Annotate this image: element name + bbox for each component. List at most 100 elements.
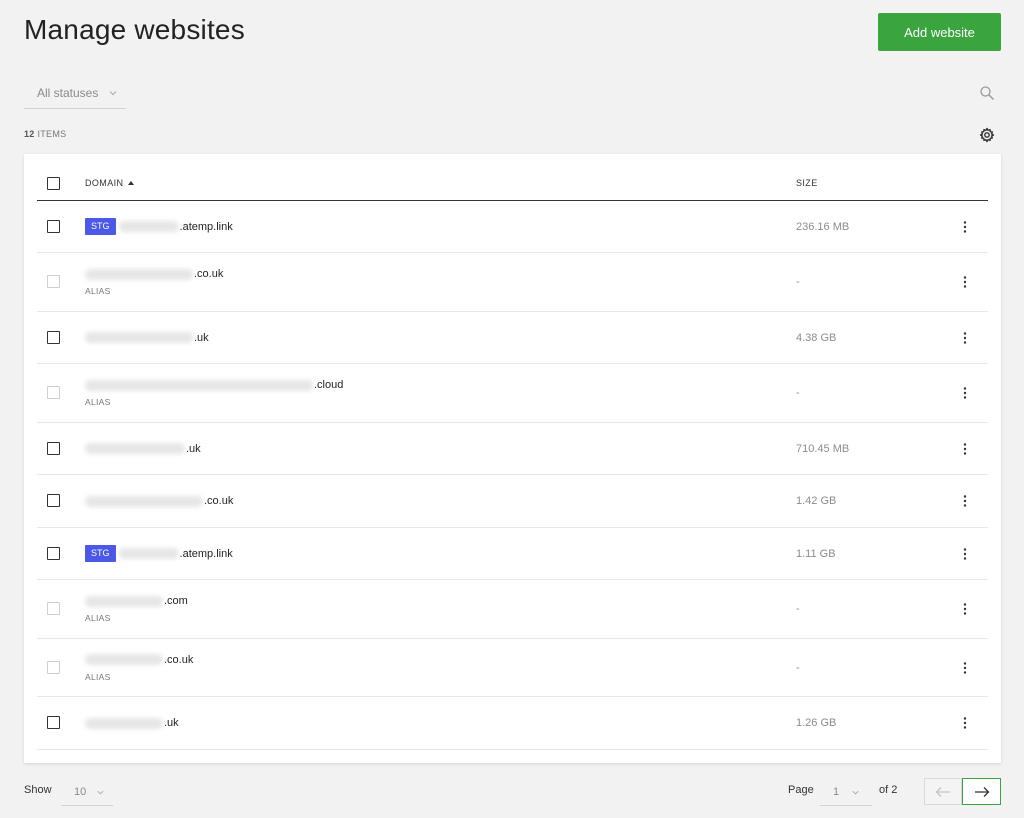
domain-name[interactable]: .uk <box>85 443 201 455</box>
domain-name[interactable]: .uk <box>85 332 209 344</box>
status-filter-value: All statuses <box>37 86 99 100</box>
domain-cell: .com ALIAS <box>85 580 188 638</box>
kebab-menu-icon[interactable] <box>957 386 973 400</box>
table-row[interactable]: .com ALIAS - <box>37 580 988 639</box>
page-size-dropdown[interactable]: 10 <box>61 779 113 806</box>
redacted-domain-text <box>85 332 193 343</box>
size-value: - <box>796 387 800 399</box>
next-page-button[interactable] <box>962 778 1001 805</box>
table-row[interactable]: .co.uk 1.42 GB <box>37 475 988 528</box>
size-value: 4.38 GB <box>796 331 837 344</box>
redacted-domain-text <box>85 379 313 391</box>
domain-name[interactable]: .uk <box>85 717 179 729</box>
total-pages-label: of 2 <box>879 784 898 796</box>
chevron-down-icon <box>97 790 104 794</box>
kebab-menu-icon[interactable] <box>957 494 973 508</box>
redacted-domain-text <box>85 717 163 729</box>
gear-icon[interactable] <box>979 127 995 143</box>
domain-suffix: .co.uk <box>194 268 224 280</box>
domain-cell: .co.uk ALIAS <box>85 253 223 311</box>
page-title: Manage websites <box>24 14 245 45</box>
column-header-size[interactable]: SIZE <box>796 178 818 188</box>
redacted-domain-text <box>85 654 163 665</box>
redacted-domain-text <box>85 443 185 454</box>
chevron-down-icon <box>110 91 117 96</box>
add-website-button[interactable]: Add website <box>878 13 1001 51</box>
redacted-domain-text <box>85 495 203 507</box>
table-row[interactable]: STG .atemp.link 236.16 MB <box>37 201 988 253</box>
staging-badge: STG <box>85 218 116 235</box>
domain-name[interactable]: STG .atemp.link <box>85 545 233 562</box>
arrow-left-icon <box>935 786 950 797</box>
domain-name[interactable]: .cloud <box>85 379 343 391</box>
search-icon[interactable] <box>979 85 995 101</box>
row-checkbox <box>47 386 60 399</box>
row-checkbox <box>47 275 60 288</box>
row-checkbox <box>47 602 60 615</box>
domain-cell: .uk <box>85 697 179 749</box>
row-checkbox <box>47 660 60 674</box>
row-checkbox[interactable] <box>47 441 60 455</box>
page-size-value: 10 <box>74 786 87 798</box>
domain-name[interactable]: .com <box>85 595 188 607</box>
items-count-number: 12 <box>24 129 35 139</box>
column-header-domain-label: DOMAIN <box>85 178 124 188</box>
select-all-checkbox[interactable] <box>47 177 60 190</box>
column-header-domain[interactable]: DOMAIN <box>85 178 135 188</box>
alias-label: ALIAS <box>85 671 111 682</box>
domain-cell: STG .atemp.link <box>85 201 233 252</box>
domain-cell: STG .atemp.link <box>85 528 233 579</box>
alias-label: ALIAS <box>85 397 111 407</box>
table-row[interactable]: .co.uk ALIAS - <box>37 253 988 312</box>
alias-label: ALIAS <box>85 286 111 296</box>
redacted-domain-text <box>118 548 179 559</box>
domain-cell: .co.uk ALIAS <box>85 639 193 696</box>
domain-name[interactable]: .co.uk <box>85 495 233 507</box>
redacted-domain-text <box>118 221 179 232</box>
domain-suffix: .co.uk <box>204 495 234 507</box>
kebab-menu-icon[interactable] <box>957 716 973 730</box>
domain-suffix: .uk <box>164 717 179 729</box>
row-checkbox[interactable] <box>47 330 60 344</box>
kebab-menu-icon[interactable] <box>957 275 973 289</box>
table-row[interactable]: .cloud ALIAS - <box>37 364 988 423</box>
table-row[interactable]: .uk 710.45 MB <box>37 423 988 475</box>
kebab-menu-icon[interactable] <box>957 442 973 456</box>
page-number-dropdown[interactable]: 1 <box>820 779 872 806</box>
kebab-menu-icon[interactable] <box>957 547 973 561</box>
kebab-menu-icon[interactable] <box>957 602 973 616</box>
domain-cell: .uk <box>85 423 201 474</box>
size-value: - <box>796 603 800 615</box>
domain-suffix: .co.uk <box>164 653 194 666</box>
row-checkbox[interactable] <box>47 494 60 507</box>
size-value: 236.16 MB <box>796 220 850 233</box>
domain-suffix: .com <box>164 595 188 607</box>
domain-name[interactable]: STG .atemp.link <box>85 218 233 235</box>
items-count: 12 ITEMS <box>24 129 66 139</box>
row-checkbox[interactable] <box>47 716 60 729</box>
items-count-label: ITEMS <box>37 129 67 139</box>
size-value: 1.42 GB <box>796 495 837 507</box>
size-value: 710.45 MB <box>796 442 850 455</box>
domain-suffix: .uk <box>186 442 201 455</box>
kebab-menu-icon[interactable] <box>957 220 973 234</box>
domain-suffix: .cloud <box>314 379 344 391</box>
domain-cell: .co.uk <box>85 475 233 527</box>
table-row[interactable]: .uk 1.26 GB <box>37 697 988 750</box>
row-checkbox[interactable] <box>47 219 60 233</box>
kebab-menu-icon[interactable] <box>957 331 973 345</box>
redacted-domain-text <box>85 268 193 280</box>
kebab-menu-icon[interactable] <box>957 661 973 675</box>
domain-name[interactable]: .co.uk <box>85 654 193 666</box>
table-row[interactable]: STG .atemp.link 1.11 GB <box>37 528 988 580</box>
domain-suffix: .atemp.link <box>179 547 233 560</box>
manage-websites-page: Manage websites Add website All statuses… <box>0 0 1024 818</box>
status-filter-dropdown[interactable]: All statuses <box>24 78 126 109</box>
size-value: 1.26 GB <box>796 717 837 729</box>
previous-page-button[interactable] <box>924 778 962 805</box>
table-row[interactable]: .uk 4.38 GB <box>37 312 988 364</box>
row-checkbox[interactable] <box>47 546 60 560</box>
table-row[interactable]: .co.uk ALIAS - <box>37 639 988 697</box>
domain-name[interactable]: .co.uk <box>85 268 223 280</box>
domain-cell: .uk <box>85 312 209 363</box>
